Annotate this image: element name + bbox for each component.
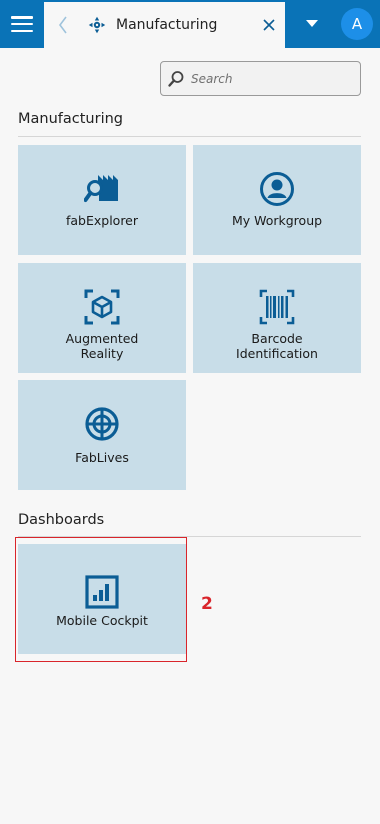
tile-barcode-identification[interactable]: Barcode Identification <box>193 263 361 373</box>
tab-title: Manufacturing <box>116 17 218 33</box>
bar-chart-icon <box>85 575 119 609</box>
ar-cube-icon <box>84 289 120 325</box>
section-title-dashboards: Dashboards <box>18 512 105 528</box>
tile-label: FabLives <box>75 450 129 465</box>
tile-fabexplorer[interactable]: fabExplorer <box>18 145 186 255</box>
barcode-icon <box>259 289 295 325</box>
tabs-dropdown-button[interactable] <box>292 0 332 48</box>
section-title-manufacturing: Manufacturing <box>18 111 123 127</box>
hamburger-icon <box>11 16 33 32</box>
fab-explorer-icon <box>84 175 118 202</box>
user-circle-icon <box>260 172 294 206</box>
manufacturing-icon <box>88 16 106 34</box>
close-icon <box>263 19 275 31</box>
tile-augmented-reality[interactable]: Augmented Reality <box>18 263 186 373</box>
tile-label: Augmented Reality <box>65 331 139 361</box>
menu-button[interactable] <box>0 0 44 48</box>
search-icon <box>168 70 184 87</box>
top-bar: Manufacturing A <box>0 0 380 48</box>
tile-label: fabExplorer <box>65 213 139 228</box>
search-box[interactable] <box>160 61 361 96</box>
back-button[interactable] <box>44 2 82 48</box>
tile-label: Mobile Cockpit <box>56 613 148 628</box>
tile-mobile-cockpit[interactable]: Mobile Cockpit <box>18 544 186 654</box>
search-input[interactable] <box>191 71 351 86</box>
active-tab[interactable]: Manufacturing <box>44 2 285 48</box>
section-divider <box>18 536 361 537</box>
tile-my-workgroup[interactable]: My Workgroup <box>193 145 361 255</box>
avatar[interactable]: A <box>341 8 373 40</box>
target-icon <box>85 407 119 441</box>
chevron-left-icon <box>59 16 67 34</box>
tile-fablives[interactable]: FabLives <box>18 380 186 490</box>
tile-label: My Workgroup <box>231 213 323 228</box>
annotation-marker: 2 <box>201 594 213 614</box>
caret-down-icon <box>306 20 318 27</box>
tile-label: Barcode Identification <box>236 331 318 361</box>
section-divider <box>18 136 361 137</box>
close-tab-button[interactable] <box>253 2 285 48</box>
